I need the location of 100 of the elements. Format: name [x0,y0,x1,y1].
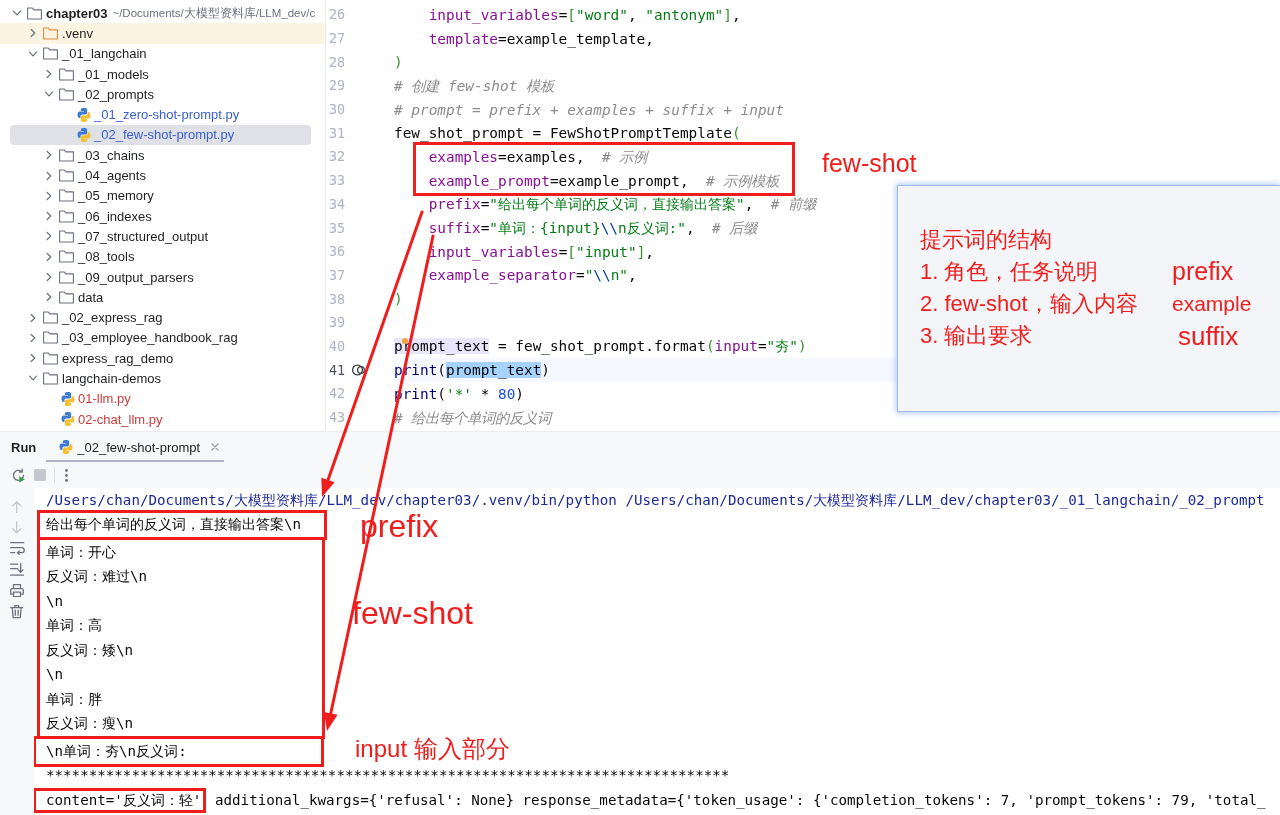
chevron-right-icon[interactable] [44,170,54,181]
tree-item[interactable]: _02_express_rag [10,307,311,328]
close-icon[interactable] [211,443,220,451]
line-number: 27 [327,30,345,48]
folder-icon [59,250,74,264]
tree-item[interactable]: _07_structured_output [10,226,311,247]
code-line: # 给出每个单词的反义词 [394,408,552,427]
soft-wrap-icon[interactable] [9,541,25,555]
folder-icon [59,189,74,203]
tree-item[interactable]: _02_few-shot-prompt.py [10,124,311,146]
scroll-to-end-icon[interactable] [9,562,25,576]
console-line: 反义词：难过\n [46,568,148,586]
console-line: content='反义词：轻' [46,791,202,809]
folder-path: ~/Documents/大模型资料库/LLM_dev/c [112,5,316,21]
run-tab[interactable]: _02_few-shot-prompt [46,432,225,462]
folder-icon [59,67,74,81]
console-line: ******************************************************************************** [46,767,730,785]
python-file-icon [59,440,74,454]
folder-icon [59,290,74,304]
chevron-right-icon[interactable] [44,211,54,222]
tree-item[interactable]: langchain-demos [10,368,311,389]
code-line: examples=examples, # 示例 [428,147,648,166]
gutter-marker-icon[interactable] [352,364,365,377]
line-number: 29 [327,77,345,95]
code-line: template=example_template, [428,29,654,48]
tree-item[interactable]: _08_tools [10,246,311,267]
more-icon[interactable] [64,468,68,482]
line-number: 35 [327,219,345,237]
tree-item[interactable]: 02-chat_llm.py [10,408,311,430]
chevron-right-icon[interactable] [44,272,54,282]
line-number: 38 [327,290,345,308]
annotation-label: few-shot [822,151,917,176]
note-tag: example [1172,292,1280,316]
python-file-icon [61,412,75,427]
tree-item[interactable]: _02_prompts [10,84,311,105]
tree-item[interactable]: _03_employee_handbook_rag [10,327,311,349]
line-number: 43 [327,409,345,427]
tree-item[interactable]: _01_langchain [10,43,311,64]
line-number: 30 [327,101,345,119]
chevron-right-icon[interactable] [44,150,54,161]
chevron-right-icon[interactable] [44,190,54,201]
console-line: \n单词：夯\n反义词: [46,742,187,760]
code-line: example_separator="\\n", [428,266,637,285]
code-line: input_variables=["input"], [428,242,654,261]
rerun-icon[interactable] [11,467,26,483]
note-item: 1. 角色，任务说明 [920,259,1100,285]
tree-item[interactable]: _03_chains [10,145,311,166]
tree-item[interactable]: data [10,287,311,308]
chevron-right-icon[interactable] [28,353,38,364]
code-line: input_variables=["word", "antonym"], [428,5,741,24]
console-line: 反义词：矮\n [46,641,134,659]
line-number: 37 [327,266,345,284]
line-number: 31 [327,124,345,142]
note-item: 3. 输出要求 [920,323,1034,349]
folder-icon [27,6,42,20]
tree-item[interactable]: _06_indexes [10,205,311,227]
console-line: \n [46,592,64,610]
line-number: 28 [327,53,345,71]
line-number: 40 [327,337,345,355]
tree-item[interactable]: _05_memory [10,185,311,206]
console-line: \n [46,666,64,684]
line-number: 36 [327,243,345,261]
tree-item[interactable]: _01_zero-shot-prompt.py [10,104,311,125]
tree-item[interactable]: express_rag_demo [10,348,311,369]
code-line: few_shot_prompt = FewShotPromptTemplate( [394,124,741,143]
tree-item[interactable]: _04_agents [10,165,311,186]
chevron-right-icon[interactable] [28,332,38,343]
code-line: # prompt = prefix + examples + suffix + input [394,100,784,119]
note-item: 2. few-shot，输入内容 [920,291,1139,317]
chevron-right-icon[interactable] [44,292,54,303]
chevron-right-icon[interactable] [28,312,38,323]
folder-icon [43,331,58,345]
chevron-right-icon[interactable] [28,28,38,39]
code-line: # 创建 few-shot 模板 [394,76,554,95]
tree-item[interactable]: chapter03 ~/Documents/大模型资料库/LLM_dev/c [10,3,325,24]
note-tag: suffix [1178,321,1280,351]
folder-icon [43,372,58,385]
panel-title: Run [11,439,37,455]
tree-item[interactable]: .venv [0,23,325,44]
chevron-right-icon[interactable] [44,231,54,242]
chevron-right-icon[interactable] [44,251,54,262]
chevron-right-icon[interactable] [44,69,54,80]
tree-item[interactable]: 01-llm.py [10,388,311,409]
tree-item[interactable]: _09_output_parsers [10,266,311,288]
folder-icon [59,209,74,223]
line-number: 34 [327,195,345,213]
code-line: example_prompt=example_prompt, # 示例模板 [428,171,780,190]
folder-icon [43,26,58,40]
line-number: 33 [327,172,345,190]
folder-icon [43,351,58,365]
folder-icon [59,87,74,101]
code-line: ) [394,290,403,309]
line-number: 41 [327,361,345,379]
note-tag: prefix [1172,258,1280,286]
tree-item[interactable]: _01_models [10,63,311,85]
printer-icon[interactable] [10,583,24,598]
trash-icon[interactable] [10,605,24,619]
console-line: 单词：开心 [46,543,116,561]
folder-icon [59,148,74,162]
folder-icon [59,229,74,243]
